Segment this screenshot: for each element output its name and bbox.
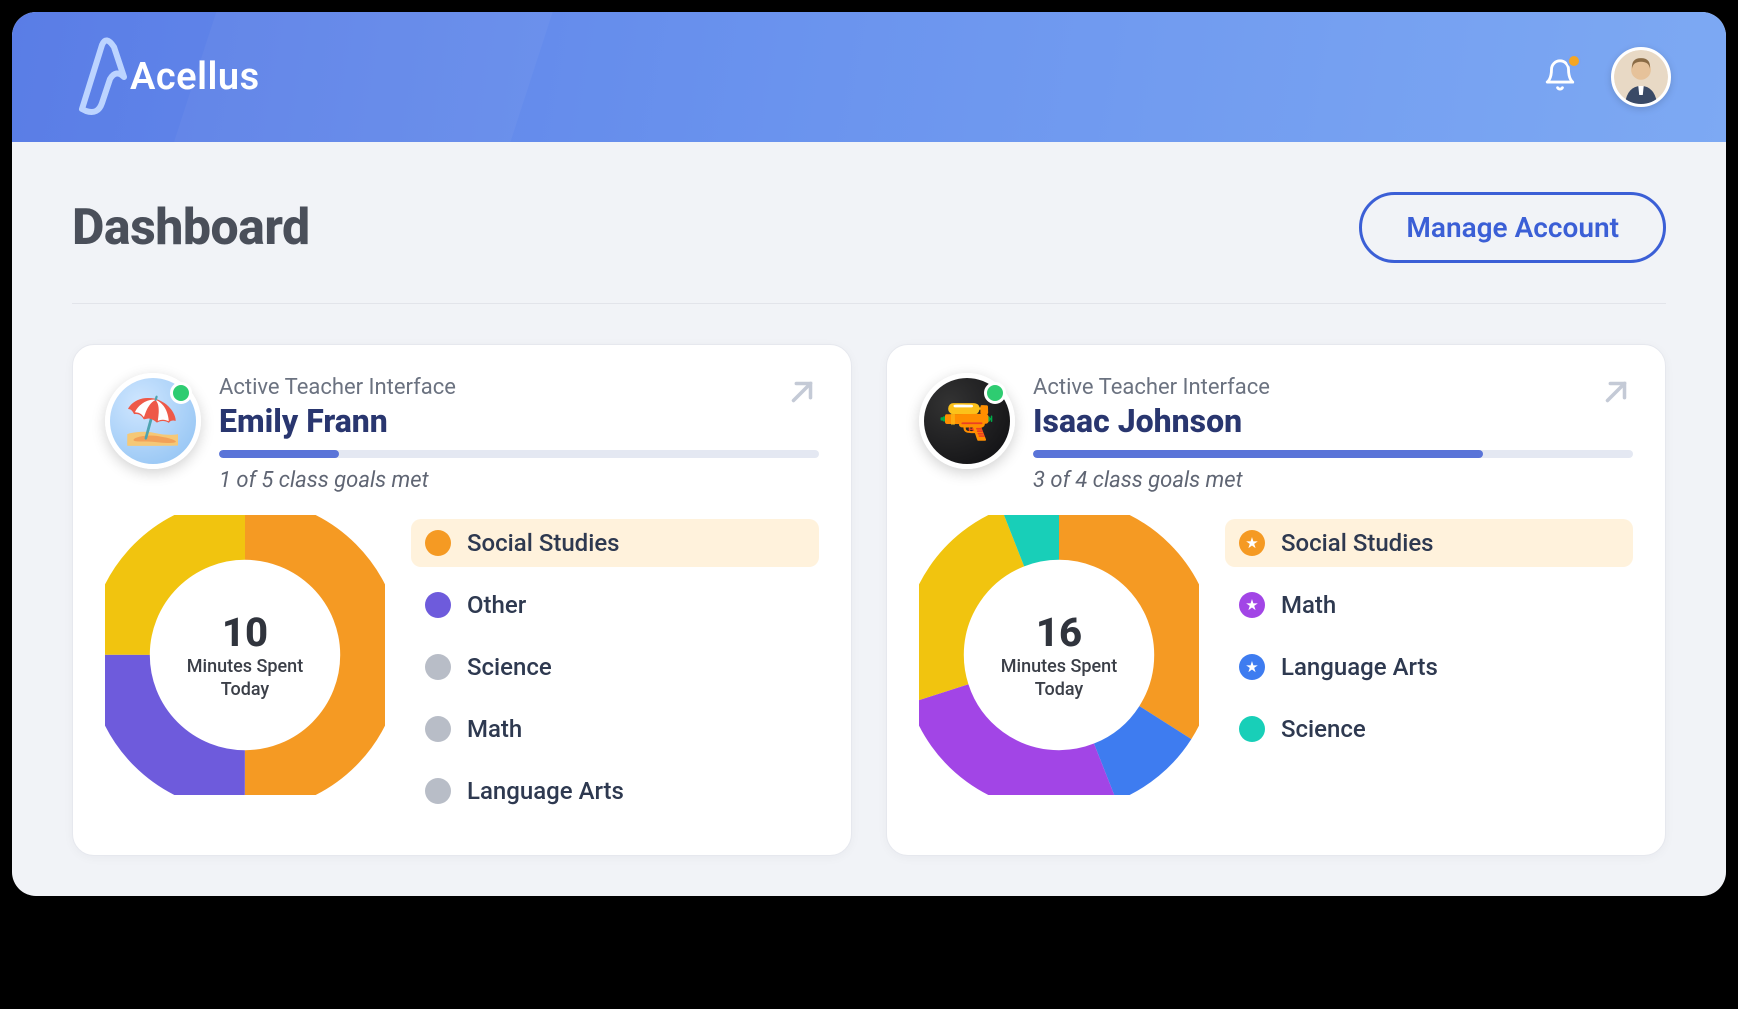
notifications-button[interactable] (1543, 58, 1577, 96)
logo-mark-icon (72, 37, 128, 117)
legend-label: Social Studies (1281, 529, 1434, 557)
goals-text: 1 of 5 class goals met (219, 468, 819, 493)
legend-dot-icon (1239, 716, 1265, 742)
legend-label: Science (467, 653, 552, 681)
legend-label: Math (467, 715, 522, 743)
card-body: 10 Minutes SpentToday Social Studies Oth… (105, 515, 819, 815)
goals-text: 3 of 4 class goals met (1033, 468, 1633, 493)
expand-card-button[interactable] (1599, 375, 1633, 413)
page-header-row: Dashboard Manage Account (72, 192, 1666, 304)
card-body: 16 Minutes SpentToday ★ Social Studies ★… (919, 515, 1633, 795)
online-indicator-icon (984, 382, 1006, 404)
legend-item[interactable]: Language Arts (411, 767, 819, 815)
legend-item[interactable]: Other (411, 581, 819, 629)
card-header: 🔫 Active Teacher Interface Isaac Johnson… (919, 373, 1633, 493)
avatar-image-icon: ⛱️ (124, 398, 181, 444)
chart-legend: ★ Social Studies ★ Math ★ Language Arts … (1225, 519, 1633, 753)
minutes-donut-chart: 16 Minutes SpentToday (919, 515, 1199, 795)
minutes-label: Minutes SpentToday (187, 656, 303, 701)
avatar-icon (1614, 50, 1668, 104)
brand-logo[interactable]: Acellus (72, 37, 260, 117)
legend-item[interactable]: Social Studies (411, 519, 819, 567)
donut-center: 16 Minutes SpentToday (919, 515, 1199, 795)
minutes-donut-chart: 10 Minutes SpentToday (105, 515, 385, 795)
profile-avatar[interactable] (1611, 47, 1671, 107)
donut-center: 10 Minutes SpentToday (105, 515, 385, 795)
legend-dot-icon: ★ (1239, 654, 1265, 680)
legend-dot-icon (425, 530, 451, 556)
legend-dot-icon (425, 654, 451, 680)
legend-dot-icon: ★ (1239, 592, 1265, 618)
legend-dot-icon (425, 592, 451, 618)
minutes-label: Minutes SpentToday (1001, 656, 1117, 701)
arrow-up-right-icon (1599, 375, 1633, 409)
legend-item[interactable]: ★ Social Studies (1225, 519, 1633, 567)
legend-dot-icon (425, 778, 451, 804)
card-head-info: Active Teacher Interface Emily Frann 1 o… (219, 373, 819, 493)
brand-name: Acellus (130, 55, 260, 99)
legend-item[interactable]: Math (411, 705, 819, 753)
expand-card-button[interactable] (785, 375, 819, 413)
minutes-value: 16 (1036, 609, 1082, 656)
legend-label: Language Arts (467, 777, 624, 805)
legend-label: Other (467, 591, 526, 619)
student-avatar[interactable]: ⛱️ (105, 373, 201, 469)
goals-progress-fill (219, 450, 339, 458)
page-title: Dashboard (72, 199, 310, 257)
interface-label: Active Teacher Interface (219, 375, 819, 400)
legend-dot-icon: ★ (1239, 530, 1265, 556)
app-window: Acellus Dashboard Mana (12, 12, 1726, 896)
student-name-link[interactable]: Isaac Johnson (1033, 402, 1633, 440)
app-header: Acellus (12, 12, 1726, 142)
legend-item[interactable]: Science (1225, 705, 1633, 753)
notification-dot-icon (1567, 54, 1581, 68)
page-content: Dashboard Manage Account ⛱️ Active Teach… (12, 142, 1726, 896)
online-indicator-icon (170, 382, 192, 404)
minutes-value: 10 (222, 609, 268, 656)
legend-label: Science (1281, 715, 1366, 743)
card-header: ⛱️ Active Teacher Interface Emily Frann … (105, 373, 819, 493)
goals-progress-bar (1033, 450, 1633, 458)
manage-account-button[interactable]: Manage Account (1359, 192, 1666, 263)
legend-dot-icon (425, 716, 451, 742)
student-cards-grid: ⛱️ Active Teacher Interface Emily Frann … (72, 344, 1666, 856)
legend-label: Language Arts (1281, 653, 1438, 681)
legend-item[interactable]: ★ Math (1225, 581, 1633, 629)
avatar-image-icon: 🔫 (938, 398, 995, 444)
student-card: 🔫 Active Teacher Interface Isaac Johnson… (886, 344, 1666, 856)
legend-label: Social Studies (467, 529, 620, 557)
goals-progress-bar (219, 450, 819, 458)
student-card: ⛱️ Active Teacher Interface Emily Frann … (72, 344, 852, 856)
arrow-up-right-icon (785, 375, 819, 409)
chart-legend: Social Studies Other Science Math Langua… (411, 519, 819, 815)
legend-label: Math (1281, 591, 1336, 619)
student-name-link[interactable]: Emily Frann (219, 402, 819, 440)
student-avatar[interactable]: 🔫 (919, 373, 1015, 469)
interface-label: Active Teacher Interface (1033, 375, 1633, 400)
goals-progress-fill (1033, 450, 1483, 458)
header-actions (1543, 47, 1671, 107)
card-head-info: Active Teacher Interface Isaac Johnson 3… (1033, 373, 1633, 493)
legend-item[interactable]: ★ Language Arts (1225, 643, 1633, 691)
legend-item[interactable]: Science (411, 643, 819, 691)
